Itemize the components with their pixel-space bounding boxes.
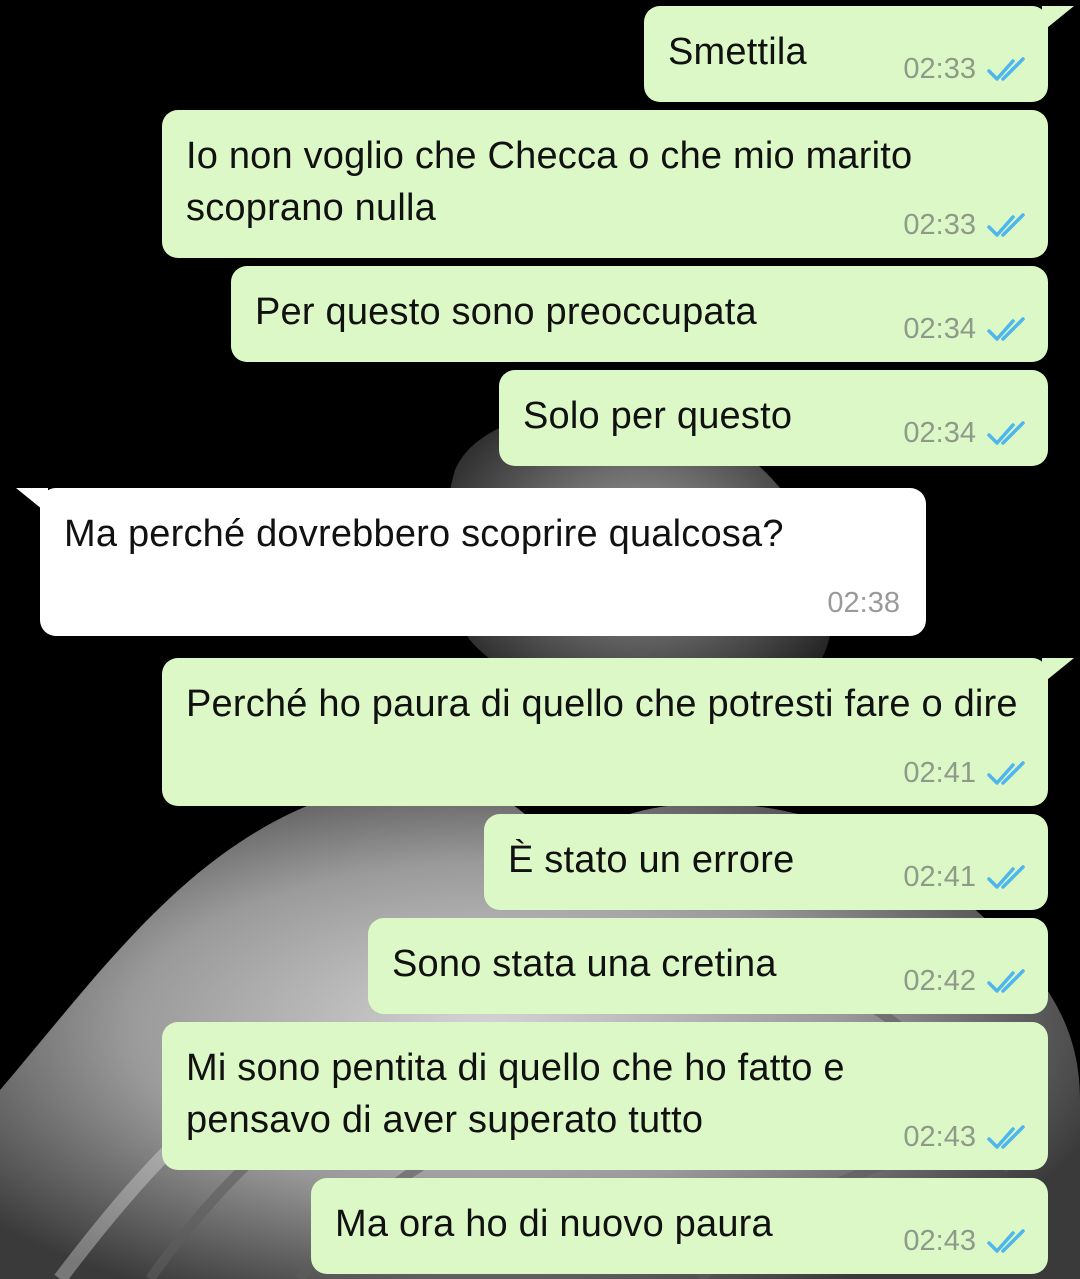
message-text: Mi sono pentita di quello che ho fatto e… xyxy=(186,1047,845,1141)
message-bubble-outgoing[interactable]: Perché ho paura di quello che potresti f… xyxy=(162,658,1074,806)
message-timestamp: 02:33 xyxy=(903,209,976,241)
message-text: Ma perché dovrebbero scoprire qualcosa? xyxy=(64,513,784,555)
message-timestamp: 02:34 xyxy=(903,313,976,345)
message-list[interactable]: Smettila 02:33 Io non voglio che Checca … xyxy=(0,0,1080,1279)
message-meta: 02:41 xyxy=(903,861,1026,894)
message-meta: 02:33 xyxy=(903,209,1026,242)
double-check-icon xyxy=(987,56,1025,81)
message-text: Io non voglio che Checca o che mio marit… xyxy=(186,135,913,229)
message-bubble-outgoing[interactable]: Mi sono pentita di quello che ho fatto e… xyxy=(162,1022,1048,1170)
message-text: Perché ho paura di quello che potresti f… xyxy=(186,683,1018,725)
bubble-tail xyxy=(16,488,48,514)
double-check-icon xyxy=(987,420,1025,445)
message-meta: 02:43 xyxy=(903,1225,1026,1258)
message-timestamp: 02:42 xyxy=(903,965,976,997)
message-timestamp: 02:34 xyxy=(903,417,976,449)
message-meta: 02:43 xyxy=(903,1121,1026,1154)
message-bubble-outgoing[interactable]: Solo per questo 02:34 xyxy=(499,370,1048,466)
message-timestamp: 02:38 xyxy=(827,587,900,619)
message-timestamp: 02:43 xyxy=(903,1121,976,1153)
double-check-icon xyxy=(987,1124,1025,1149)
double-check-icon xyxy=(987,968,1025,993)
message-meta: 02:41 xyxy=(903,757,1026,790)
message-bubble-incoming[interactable]: Ma perché dovrebbero scoprire qualcosa? … xyxy=(16,488,926,636)
double-check-icon xyxy=(987,212,1025,237)
message-timestamp: 02:41 xyxy=(903,757,976,789)
message-bubble-outgoing[interactable]: È stato un errore 02:41 xyxy=(484,814,1048,910)
bubble-tail xyxy=(1042,658,1074,684)
message-meta: 02:38 xyxy=(827,587,900,620)
message-bubble-outgoing[interactable]: Io non voglio che Checca o che mio marit… xyxy=(162,110,1048,258)
message-bubble-outgoing[interactable]: Smettila 02:33 xyxy=(644,6,1074,102)
double-check-icon xyxy=(987,316,1025,341)
message-meta: 02:34 xyxy=(903,313,1026,346)
message-bubble-outgoing[interactable]: Sono stata una cretina 02:42 xyxy=(368,918,1048,1014)
message-meta: 02:33 xyxy=(903,53,1026,86)
message-bubble-outgoing[interactable]: Ma ora ho di nuovo paura 02:43 xyxy=(311,1178,1048,1274)
double-check-icon xyxy=(987,760,1025,785)
message-timestamp: 02:43 xyxy=(903,1225,976,1257)
message-meta: 02:42 xyxy=(903,965,1026,998)
message-timestamp: 02:41 xyxy=(903,861,976,893)
double-check-icon xyxy=(987,1228,1025,1253)
bubble-tail xyxy=(1042,6,1074,32)
message-meta: 02:34 xyxy=(903,417,1026,450)
double-check-icon xyxy=(987,864,1025,889)
message-bubble-outgoing[interactable]: Per questo sono preoccupata 02:34 xyxy=(231,266,1048,362)
message-timestamp: 02:33 xyxy=(903,53,976,85)
